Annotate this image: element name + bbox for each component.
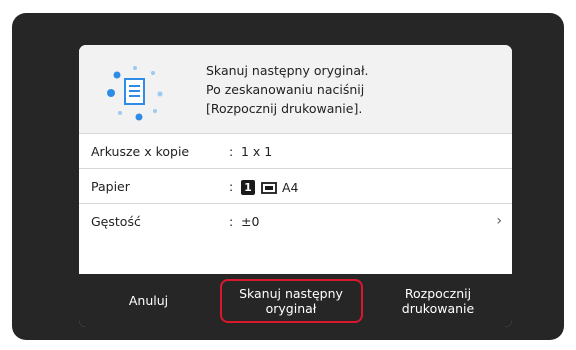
paper-size: A4 (282, 180, 299, 195)
setting-value: 1 A4 (241, 179, 299, 195)
cancel-button[interactable]: Anuluj (79, 274, 218, 327)
footer-toolbar: Anuluj Skanuj następny oryginał Rozpoczn… (79, 274, 512, 327)
highlight-frame: Skanuj następny oryginał (219, 278, 363, 323)
instruction-line-3: [Rozpocznij drukowanie]. (206, 101, 363, 116)
scan-next-label: Skanuj następny oryginał (239, 285, 343, 316)
setting-row-sheets-copies: Arkusze x kopie : 1 x 1 (79, 133, 512, 169)
start-printing-label: Rozpocznij drukowanie (401, 285, 475, 316)
instruction-message: Skanuj następny oryginał. Po zeskanowani… (79, 45, 512, 133)
setting-colon: : (229, 144, 234, 159)
setting-row-density[interactable]: Gęstość : ±0 › (79, 203, 512, 239)
cancel-label: Anuluj (128, 293, 169, 308)
setting-label: Arkusze x kopie (91, 144, 190, 159)
setting-row-paper: Papier : 1 A4 (79, 168, 512, 204)
setting-colon: : (229, 179, 234, 194)
setting-colon: : (229, 214, 234, 229)
scan-document-icon (107, 66, 163, 121)
instruction-text: Skanuj następny oryginał. Po zeskanowani… (206, 61, 506, 118)
paper-tray-icon (261, 181, 277, 194)
scan-next-original-button[interactable]: Skanuj następny oryginał (218, 274, 364, 327)
control-panel-screen: Skanuj następny oryginał. Po zeskanowani… (79, 45, 512, 327)
start-printing-button[interactable]: Rozpocznij drukowanie (364, 274, 512, 327)
setting-value: 1 x 1 (241, 144, 273, 159)
setting-value: ±0 (241, 214, 260, 229)
instruction-line-1: Skanuj następny oryginał. (206, 63, 369, 78)
instruction-line-2: Po zeskanowaniu naciśnij (206, 82, 365, 97)
tray-number-badge: 1 (241, 180, 255, 195)
setting-label: Papier (91, 179, 130, 194)
setting-label: Gęstość (91, 214, 141, 229)
chevron-right-icon: › (496, 213, 502, 229)
